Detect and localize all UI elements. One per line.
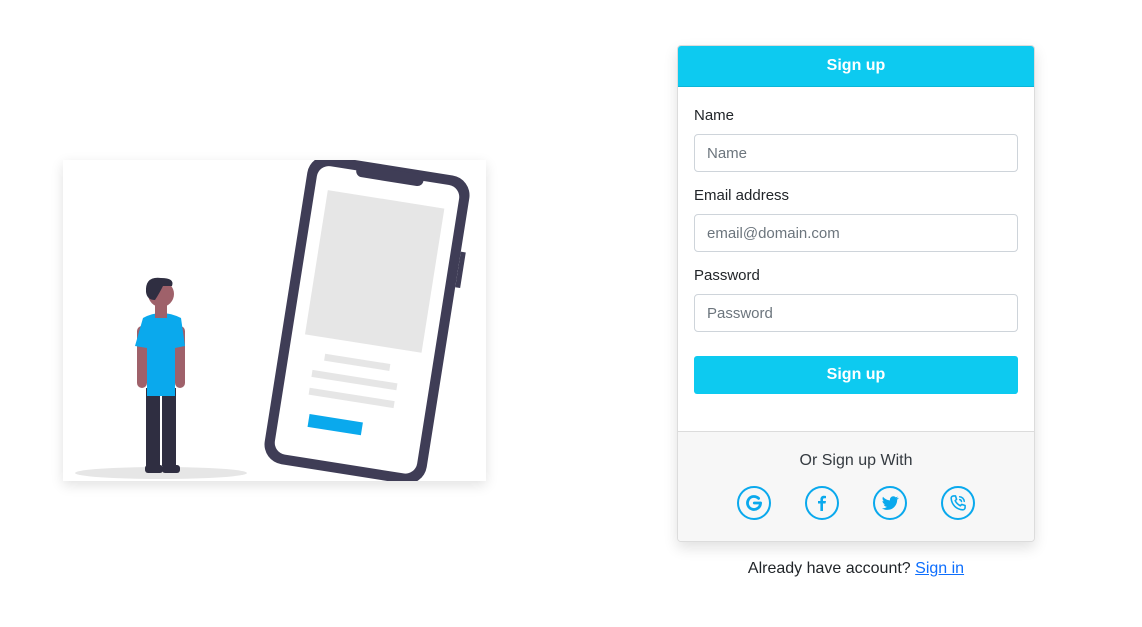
google-icon [746, 495, 762, 511]
facebook-signup-button[interactable] [805, 486, 839, 520]
name-field-group: Name [694, 107, 1018, 172]
password-input[interactable] [694, 294, 1018, 332]
signup-card: Sign up Name Email address Password Sign… [677, 45, 1035, 542]
twitter-signup-button[interactable] [873, 486, 907, 520]
name-label: Name [694, 107, 735, 124]
email-label: Email address [694, 187, 790, 204]
alt-signup-text: Or Sign up With [799, 452, 913, 469]
signup-form: Name Email address Password Sign up [678, 87, 1034, 431]
signin-prompt-line: Already have account? Sign in [677, 560, 1035, 578]
google-signup-button[interactable] [737, 486, 771, 520]
password-label: Password [694, 267, 760, 284]
phone-icon [950, 495, 966, 511]
signin-link[interactable]: Sign in [915, 560, 964, 577]
name-input[interactable] [694, 134, 1018, 172]
facebook-icon [818, 495, 826, 511]
password-field-group: Password [694, 267, 1018, 332]
email-input[interactable] [694, 214, 1018, 252]
social-signup-section: Or Sign up With [678, 431, 1034, 541]
signup-submit-button[interactable]: Sign up [694, 356, 1018, 394]
signup-illustration [63, 160, 486, 481]
signin-prompt-text: Already have account? [747, 560, 911, 577]
card-title: Sign up [826, 57, 886, 74]
twitter-icon [881, 496, 899, 510]
email-field-group: Email address [694, 187, 1018, 252]
person-with-phone-illustration [63, 160, 486, 481]
social-buttons [678, 486, 1034, 520]
card-header: Sign up [678, 46, 1034, 87]
phone-signup-button[interactable] [941, 486, 975, 520]
